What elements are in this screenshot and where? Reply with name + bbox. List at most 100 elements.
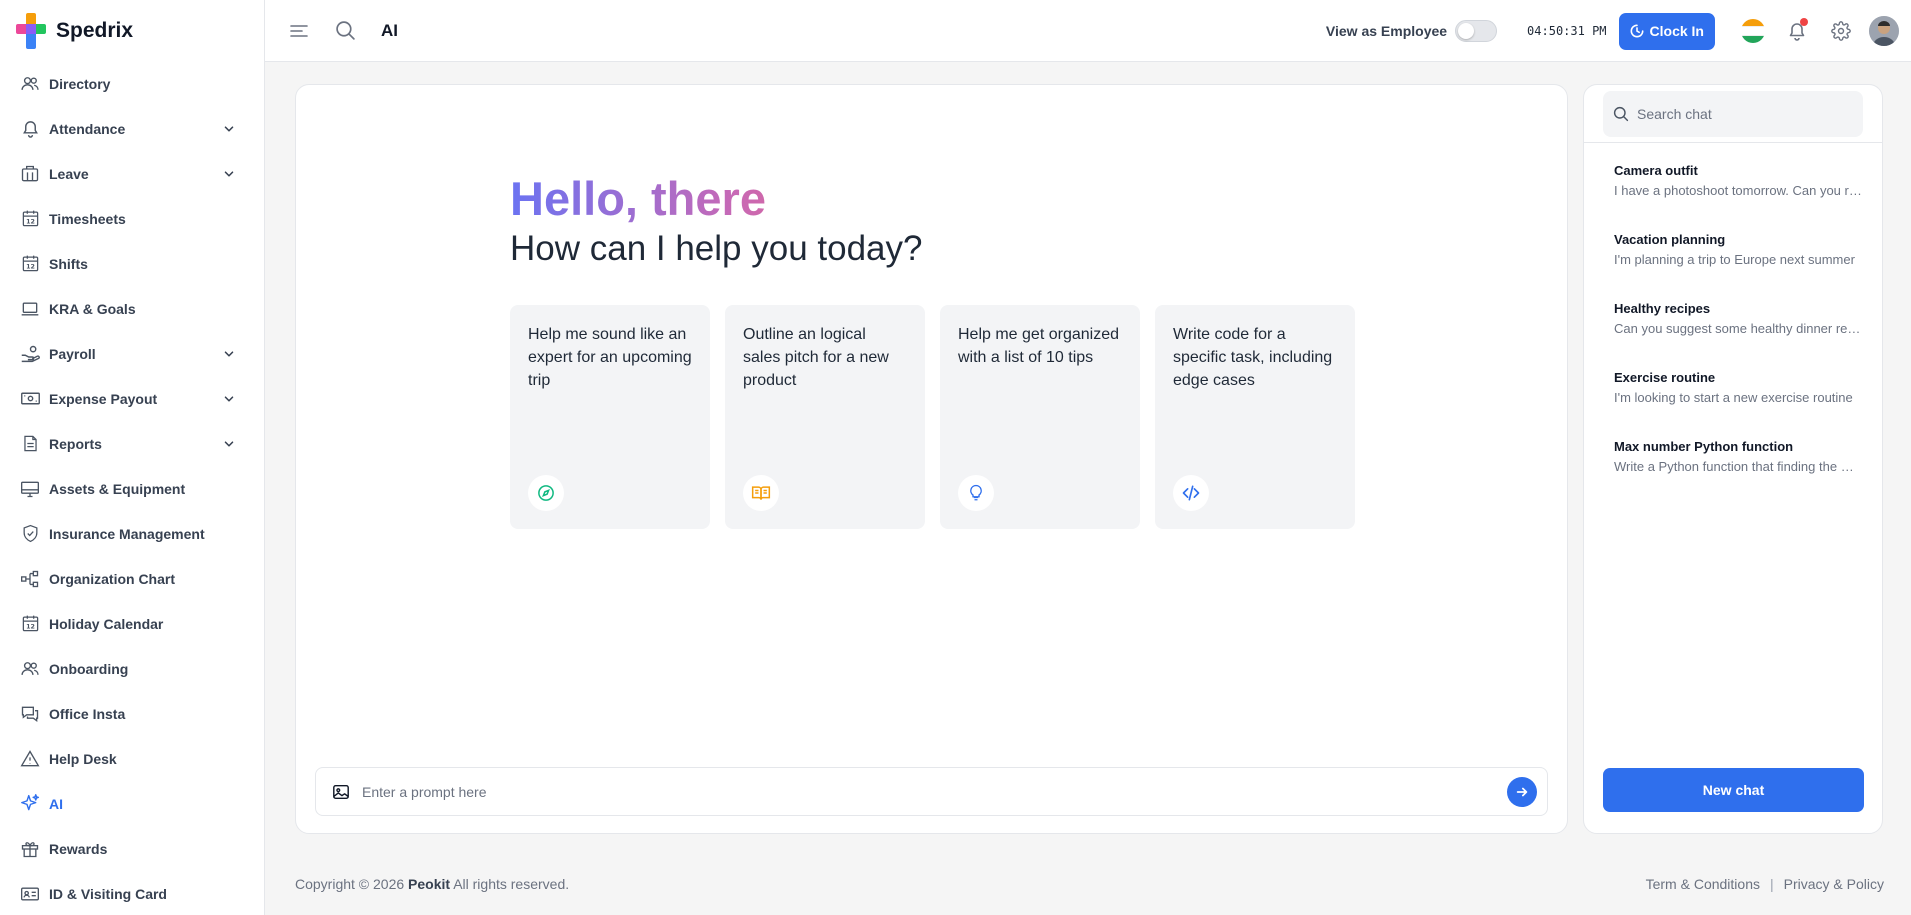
sidebar-item-label: Directory [49,75,111,92]
footer: Copyright © 2026 Peokit All rights reser… [295,876,1884,892]
users-icon [19,658,41,680]
sidebar-item-rewards[interactable]: Rewards [0,826,264,871]
chevron-down-icon[interactable] [222,437,236,451]
chat-title: Healthy recipes [1614,301,1711,316]
sidebar-item-help-desk[interactable]: Help Desk [0,736,264,781]
sidebar-item-label: Leave [49,165,89,182]
suggestion-text: Write code for a specific task, includin… [1173,326,1333,389]
users-icon [19,73,41,95]
suggestion-card[interactable]: Help me get organized with a list of 10 … [940,305,1140,529]
divider [1584,142,1882,143]
sidebar-item-assets-equipment[interactable]: Assets & Equipment [0,466,264,511]
suggestion-card[interactable]: Outline an logical sales pitch for a new… [725,305,925,529]
chat-search-input[interactable] [1637,106,1847,122]
sidebar-item-onboarding[interactable]: Onboarding [0,646,264,691]
chevron-down-icon[interactable] [222,392,236,406]
shield-check-icon [19,523,41,545]
chat-preview: Write a Python function that finding the… [1614,459,1864,474]
chat-history-item[interactable]: Healthy recipes Can you suggest some heal… [1614,301,1864,370]
toggle-knob [1458,23,1475,39]
spedrix-logo-icon [16,12,46,49]
chevron-down-icon[interactable] [222,167,236,181]
india-flag-icon[interactable] [1741,19,1765,43]
clock-in-label: Clock In [1649,23,1704,39]
search-icon[interactable] [333,19,357,43]
arrow-right-icon [1515,785,1529,799]
calendar-icon: 12 [19,208,41,230]
company-name: Peokit [408,876,451,892]
footer-links: Term & Conditions | Privacy & Policy [1646,876,1884,892]
brand[interactable]: Spedrix [0,0,264,61]
send-button[interactable] [1507,776,1537,807]
sidebar-item-attendance[interactable]: Attendance [0,106,264,151]
sidebar-item-payroll[interactable]: Payroll [0,331,264,376]
top-header: AI View as Employee 04:50:31 PM Clock In [265,0,1911,62]
new-chat-button[interactable]: New chat [1603,768,1864,812]
sidebar-item-label: Payroll [49,345,96,362]
sidebar-item-label: Shifts [49,255,88,272]
sidebar-item-office-insta[interactable]: Office Insta [0,691,264,736]
calendar-icon: 12 [19,253,41,275]
settings-gear-icon[interactable] [1829,19,1853,43]
chat-preview: I'm looking to start a new exercise rout… [1614,390,1853,405]
chat-preview: Can you suggest some healthy dinner reci… [1614,321,1864,336]
bell-icon [19,118,41,140]
chevron-down-icon[interactable] [222,122,236,136]
sidebar-item-insurance-management[interactable]: Insurance Management [0,511,264,556]
building-icon [19,163,41,185]
book-icon [743,475,779,511]
chat-title: Vacation planning [1614,232,1726,247]
sidebar-item-holiday-calendar[interactable]: 12 Holiday Calendar [0,601,264,646]
greeting: Hello, there How can I help you today? [510,173,922,269]
view-as-employee-toggle[interactable] [1455,20,1498,42]
sidebar-item-label: AI [49,795,63,812]
user-avatar[interactable] [1869,16,1899,46]
sidebar-item-label: Rewards [49,840,108,857]
chat-history-panel: Camera outfit I have a photoshoot tomorro… [1583,84,1883,834]
suggestion-text: Help me get organized with a list of 10 … [958,326,1119,366]
image-upload-icon[interactable] [332,783,350,801]
sidebar-item-reports[interactable]: Reports [0,421,264,466]
sidebar-item-label: Expense Payout [49,390,158,407]
privacy-link[interactable]: Privacy & Policy [1784,876,1884,892]
sidebar-item-organization-chart[interactable]: Organization Chart [0,556,264,601]
sidebar-item-kra-goals[interactable]: KRA & Goals [0,286,264,331]
chat-history-list: Camera outfit I have a photoshoot tomorro… [1614,163,1864,508]
chat-history-item[interactable]: Camera outfit I have a photoshoot tomorro… [1614,163,1864,232]
suggestion-cards: Help me sound like an expert for an upco… [510,305,1355,529]
svg-text:12: 12 [26,219,35,226]
footer-separator: | [1770,876,1774,892]
chat-history-item[interactable]: Exercise routine I'm looking to start a n… [1614,370,1864,439]
search-icon [1613,106,1629,122]
chevron-down-icon[interactable] [222,347,236,361]
clock-in-button[interactable]: Clock In [1618,12,1715,50]
sidebar-item-label: Insurance Management [49,525,205,542]
sidebar-item-leave[interactable]: Leave [0,151,264,196]
notification-bell-icon[interactable] [1785,18,1809,43]
brand-name: Spedrix [56,18,134,42]
sidebar-item-ai[interactable]: AI [0,781,264,826]
id-card-icon [19,883,41,905]
suggestion-card[interactable]: Write code for a specific task, includin… [1155,305,1355,529]
sidebar-item-directory[interactable]: Directory [0,61,264,106]
ai-chat-main: Hello, there How can I help you today? H… [295,84,1568,834]
sidebar-item-label: KRA & Goals [49,300,136,317]
lightbulb-icon [958,475,994,511]
chat-history-item[interactable]: Vacation planning I'm planning a trip to … [1614,232,1864,301]
sidebar: Spedrix Directory Attendance Leave 12 Timesh… [0,0,265,915]
terms-link[interactable]: Term & Conditions [1646,876,1760,892]
sidebar-item-timesheets[interactable]: 12 Timesheets [0,196,264,241]
sidebar-item-expense-payout[interactable]: Expense Payout [0,376,264,421]
menu-toggle-icon[interactable] [287,19,311,43]
prompt-input[interactable] [362,783,1507,800]
sidebar-item-shifts[interactable]: 12 Shifts [0,241,264,286]
suggestion-card[interactable]: Help me sound like an expert for an upco… [510,305,710,529]
sidebar-item-id-visiting-card[interactable]: ID & Visiting Card [0,871,264,915]
chat-history-item[interactable]: Max number Python function Write a Python… [1614,439,1864,508]
compass-icon [528,475,564,511]
org-chart-icon [19,568,41,590]
laptop-icon [19,298,41,320]
copyright: Copyright © 2026 Peokit All rights reser… [295,876,569,892]
view-as-employee-label: View as Employee [1325,23,1448,39]
suggestion-text: Help me sound like an expert for an upco… [528,326,692,389]
